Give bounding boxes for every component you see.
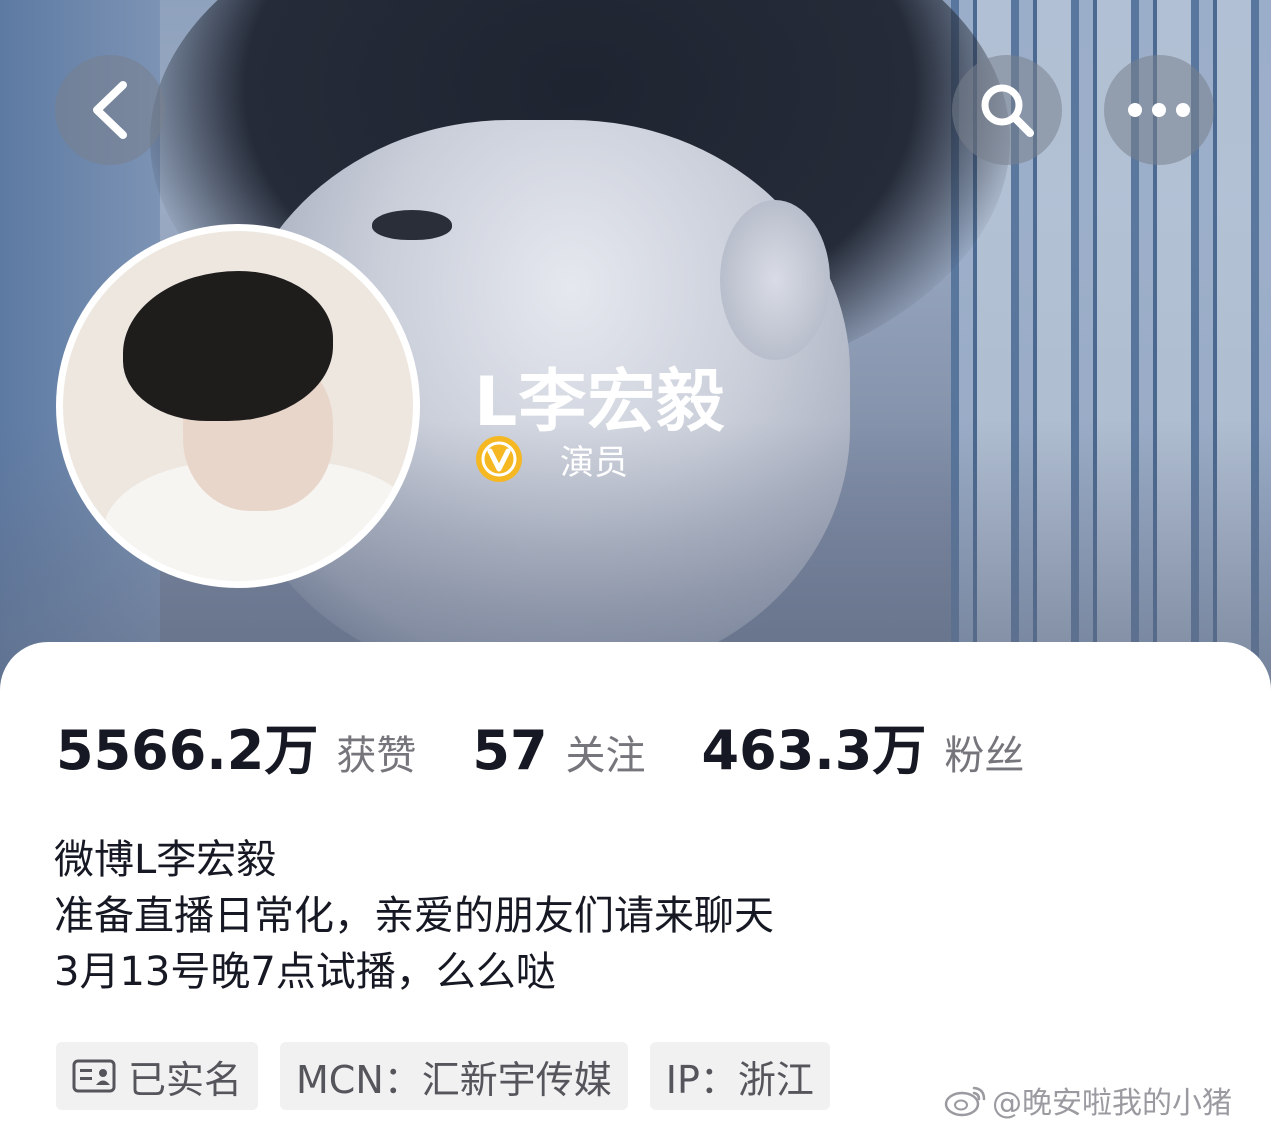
profile-tags: 已实名 MCN：汇新宇传媒 IP：浙江 [56,1042,830,1110]
tag-label: 已实名 [128,1057,243,1102]
avatar[interactable] [56,224,420,588]
followers-label: 粉丝 [944,733,1025,779]
bio-line: 微博L李宏毅 [54,837,277,883]
more-button[interactable] [1104,55,1214,165]
stats-row: 5566.2万 获赞 57 关注 463.3万 粉丝 [56,706,1024,786]
bio-line: 准备直播日常化，亲爱的朋友们请来聊天 [54,893,774,939]
more-horizontal-icon [1128,103,1190,117]
search-button[interactable] [952,55,1062,165]
followers-count[interactable]: 463.3万 [702,706,927,785]
tag-real-name[interactable]: 已实名 [56,1042,259,1110]
verification-label: 演员 [560,442,628,483]
weibo-watermark: @晚安啦我的小猪 [944,1078,1232,1122]
avatar-photo-hair [123,271,333,421]
avatar-photo [63,231,413,581]
likes-count[interactable]: 5566.2万 [56,706,318,785]
bio-line: 3月13号晚7点试播，么么哒 [54,949,556,995]
cover-photo-ear [720,200,830,360]
tag-mcn[interactable]: MCN：汇新宇传媒 [280,1042,628,1110]
back-button[interactable] [55,55,165,165]
id-card-icon [72,1059,116,1093]
chevron-left-icon [93,81,127,139]
tag-ip-location[interactable]: IP：浙江 [649,1042,830,1110]
tag-label: MCN：汇新宇传媒 [296,1057,612,1102]
likes-label: 获赞 [336,733,417,779]
weibo-icon [944,1086,986,1117]
search-icon [981,84,1034,137]
verified-v-badge-icon [476,436,522,482]
following-count[interactable]: 57 [472,719,547,782]
profile-name: L李宏毅 [474,363,726,442]
verification-row[interactable]: 演员 [474,434,628,484]
bio-text: 微博L李宏毅 准备直播日常化，亲爱的朋友们请来聊天 3月13号晚7点试播，么么哒 [54,832,1204,1000]
tag-label: IP：浙江 [665,1057,814,1102]
watermark-text: @晚安啦我的小猪 [992,1086,1232,1121]
following-label: 关注 [565,733,646,779]
cover-photo-eye [372,210,452,240]
